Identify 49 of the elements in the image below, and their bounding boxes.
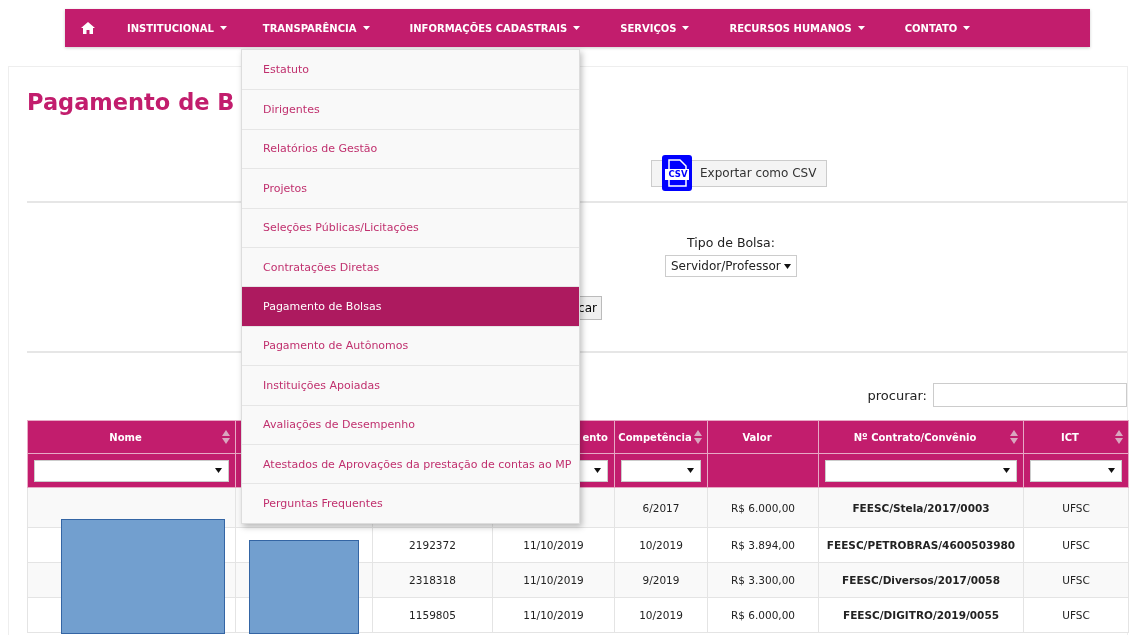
menu-item[interactable]: Projetos <box>242 168 579 208</box>
menu-item[interactable]: Avaliações de Desempenho <box>242 404 579 444</box>
nav-menu-item[interactable]: TRANSPARÊNCIA <box>242 9 390 47</box>
nav-menu-item[interactable]: INSTITUCIONAL <box>111 9 243 47</box>
column-header[interactable]: Competência <box>614 420 708 454</box>
table-cell: 6/2017 <box>614 487 708 528</box>
menu-item[interactable]: Seleções Públicas/Licitações <box>242 207 579 247</box>
menu-item[interactable]: Estatuto <box>242 50 579 90</box>
table-cell: 10/2019 <box>614 527 708 563</box>
column-header[interactable]: Valor <box>707 420 819 454</box>
menu-item[interactable]: Pagamento de Autônomos <box>242 325 579 366</box>
table-cell: R$ 3.300,00 <box>707 562 819 598</box>
menu-item[interactable]: Relatórios de Gestão <box>242 128 579 169</box>
table-cell: UFSC <box>1023 562 1129 598</box>
nav-menu-item[interactable]: CONTATO <box>884 9 991 47</box>
filter-label: Tipo de Bolsa: <box>687 235 775 250</box>
table-cell: UFSC <box>1023 487 1129 528</box>
table-cell: R$ 3.894,00 <box>707 527 819 563</box>
table-cell: 9/2019 <box>614 562 708 598</box>
table-cell: 11/10/2019 <box>492 527 615 563</box>
nav-menu-item[interactable]: INFORMAÇÕES CADASTRAIS <box>389 9 601 47</box>
table-cell: UFSC <box>1023 527 1129 563</box>
column-header[interactable]: Nº Contrato/Convênio <box>818 420 1024 454</box>
csv-icon-text: CSV <box>667 168 689 179</box>
table-cell: FEESC/DIGITRO/2019/0055 <box>818 597 1024 633</box>
table-cell: R$ 6.000,00 <box>707 487 819 528</box>
table-cell: FEESC/Stela/2017/0003 <box>818 487 1024 528</box>
column-header[interactable]: Nome <box>27 420 236 454</box>
table-cell: R$ 6.000,00 <box>707 597 819 633</box>
menu-item[interactable]: Dirigentes <box>242 89 579 129</box>
column-header[interactable]: ICT <box>1023 420 1129 454</box>
menu-item[interactable]: Pagamento de Bolsas <box>242 286 579 326</box>
bolsa-type-select[interactable]: Servidor/Professor <box>665 255 797 277</box>
menu-item[interactable]: Perguntas Frequentes <box>242 483 579 523</box>
table-cell: FEESC/PETROBRAS/4600503980 <box>818 527 1024 563</box>
menu-item[interactable]: Instituições Apoiadas <box>242 365 579 405</box>
table-cell: 11/10/2019 <box>492 562 615 598</box>
menu-item[interactable]: Atestados de Aprovações da prestação de contas ao MP <box>242 443 579 484</box>
table-cell: 1159805 <box>372 597 493 633</box>
table-cell: 2192372 <box>372 527 493 563</box>
table-cell: UFSC <box>1023 597 1129 633</box>
nav-menu-item[interactable]: RECURSOS HUMANOS <box>709 9 885 47</box>
table-cell: 10/2019 <box>614 597 708 633</box>
nav-menu-item[interactable]: SERVIÇOS <box>600 9 710 47</box>
search-label: procurar: <box>867 387 927 403</box>
table-cell: FEESC/Diversos/2017/0058 <box>818 562 1024 598</box>
table-cell: 11/10/2019 <box>492 597 615 633</box>
table-cell: 2318318 <box>372 562 493 598</box>
page-title: Pagamento de B <box>27 89 235 115</box>
